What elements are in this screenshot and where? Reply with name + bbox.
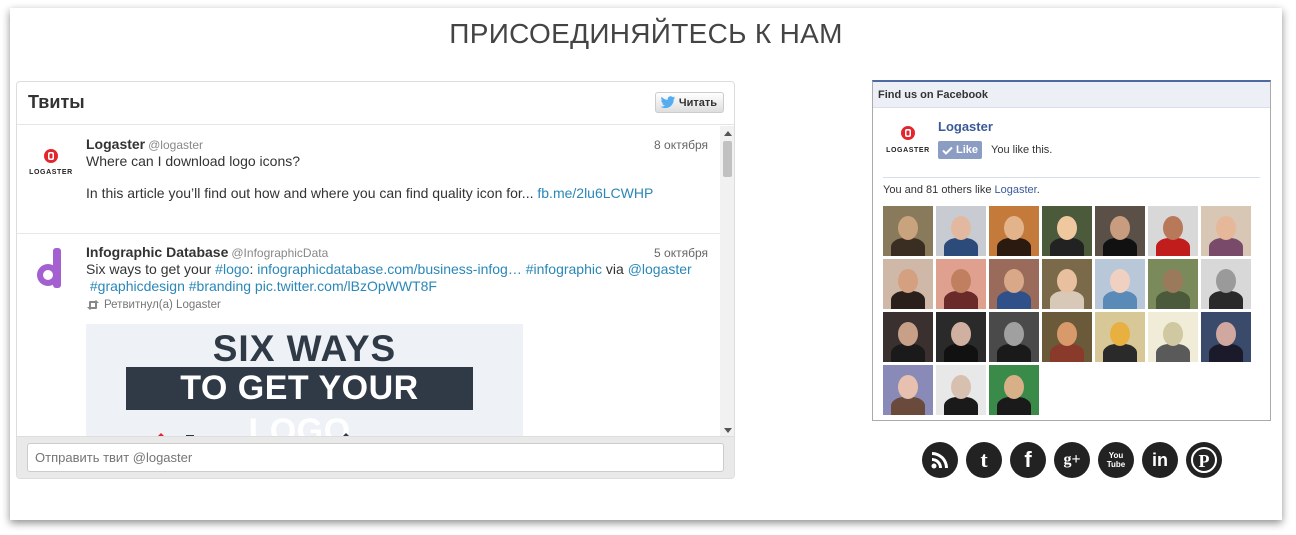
media-title-line1: SIX WAYS	[212, 328, 397, 369]
fan-avatar[interactable]	[989, 259, 1039, 309]
hashtag-link[interactable]: #branding	[189, 278, 251, 294]
tweet-text: Six ways to get your	[86, 261, 216, 277]
tweet-link[interactable]: fb.me/2lu6LCWHP	[537, 185, 653, 201]
tweet-stream[interactable]: LOGASTER Logaster @logaster 8 октября Whe…	[17, 126, 720, 438]
fan-avatar[interactable]	[883, 365, 933, 415]
infographic-avatar[interactable]	[27, 244, 75, 292]
fan-avatar[interactable]	[883, 259, 933, 309]
pinterest-icon[interactable]: P	[1186, 442, 1222, 478]
facebook-like-button[interactable]: Like	[938, 141, 983, 159]
page-frame: ПРИСОЕДИНЯЙТЕСЬ К НАМ Твиты Читать LOGAS…	[10, 8, 1282, 520]
fan-avatar[interactable]	[1201, 206, 1251, 256]
media-title-line2: TO GET YOUR LOGO	[126, 367, 473, 438]
social-links: t f g+ You Tube in P	[922, 442, 1222, 478]
facebook-page-logo[interactable]: LOGASTER	[883, 120, 933, 160]
fan-avatar[interactable]	[1042, 259, 1092, 309]
tweet-link[interactable]: infographicdatabase.com/business-infog…	[257, 261, 522, 277]
facebook-header: Find us on Facebook	[873, 82, 1270, 108]
hashtag-link[interactable]: #logo	[215, 261, 249, 277]
tweet-author-handle[interactable]: @InfographicData	[231, 246, 328, 260]
fan-avatar[interactable]	[989, 312, 1039, 362]
tweet-date[interactable]: 8 октября	[654, 138, 708, 152]
twitter-header: Твиты Читать	[17, 82, 734, 125]
tweet-scrollbar[interactable]	[720, 126, 734, 438]
likes-page-link[interactable]: Logaster	[995, 184, 1037, 196]
fan-avatar[interactable]	[883, 206, 933, 256]
svg-text:P: P	[1199, 451, 1210, 471]
scroll-down-arrow[interactable]	[724, 428, 732, 433]
tweet-author-handle[interactable]: @logaster	[148, 138, 203, 152]
facebook-icon[interactable]: f	[1010, 442, 1046, 478]
fan-avatar[interactable]	[1095, 259, 1145, 309]
hashtag-link[interactable]: #infographic	[526, 261, 602, 277]
fan-avatar[interactable]	[1201, 259, 1251, 309]
tweet-compose-bar	[17, 436, 734, 478]
retweet-indicator: Ретвитнул(а) Logaster	[86, 299, 708, 311]
tweet-link[interactable]: pic.twitter.com/lBzOpWWT8F	[255, 278, 437, 294]
google-plus-icon[interactable]: g+	[1054, 442, 1090, 478]
tweet-media-image[interactable]: SIX WAYS TO GET YOUR LOGO	[86, 324, 523, 438]
twitter-bird-icon	[660, 96, 675, 109]
scroll-thumb[interactable]	[723, 141, 732, 177]
twitter-title: Твиты	[28, 92, 85, 112]
fan-avatar[interactable]	[1042, 312, 1092, 362]
fan-avatar[interactable]	[883, 312, 933, 362]
fan-avatar[interactable]	[936, 365, 986, 415]
twitter-icon[interactable]: t	[966, 442, 1002, 478]
fan-avatar[interactable]	[1095, 312, 1145, 362]
you-like-text: You like this.	[991, 144, 1053, 156]
youtube-icon[interactable]: You Tube	[1098, 442, 1134, 478]
scroll-up-arrow[interactable]	[724, 131, 732, 136]
retweet-label: Ретвитнул(а) Logaster	[104, 299, 221, 311]
tweet: LOGASTER Logaster @logaster 8 октября Whe…	[17, 126, 720, 234]
tweet-author-name[interactable]: Logaster	[86, 136, 145, 152]
likes-count-suffix: .	[1036, 184, 1040, 196]
retweet-icon	[87, 300, 99, 310]
tweet: Infographic Database @InfographicData 5 о…	[17, 234, 720, 438]
tweet-text: via	[602, 261, 628, 277]
fan-avatar[interactable]	[989, 206, 1039, 256]
check-icon	[942, 146, 953, 155]
facebook-widget: Find us on Facebook LOGASTER Logaster Li…	[872, 80, 1271, 421]
fan-avatar[interactable]	[1148, 312, 1198, 362]
tweet-text-cont: In this article you’ll find out how and …	[86, 185, 538, 201]
fan-avatar[interactable]	[936, 259, 986, 309]
fan-avatar[interactable]	[989, 365, 1039, 415]
page-title: ПРИСОЕДИНЯЙТЕСЬ К НАМ	[449, 18, 843, 49]
tweet-author-name[interactable]: Infographic Database	[86, 244, 228, 260]
fan-avatar[interactable]	[1042, 206, 1092, 256]
fan-avatar[interactable]	[1148, 206, 1198, 256]
rss-icon[interactable]	[922, 442, 958, 478]
avatar-logo-text: LOGASTER	[29, 169, 73, 176]
tweet-date[interactable]: 5 октября	[654, 246, 708, 260]
facebook-page-name[interactable]: Logaster	[938, 119, 993, 134]
twitter-widget: Твиты Читать LOGASTER Logaster @logaster…	[16, 81, 735, 479]
likes-count-prefix: You and 81 others like	[883, 184, 995, 196]
follow-button[interactable]: Читать	[654, 92, 724, 113]
like-label: Like	[956, 144, 979, 156]
hashtag-link[interactable]: #graphicdesign	[90, 278, 185, 294]
mention-link[interactable]: @logaster	[628, 261, 692, 277]
likes-count-text: You and 81 others like Logaster.	[883, 184, 1260, 196]
fb-logo-text: LOGASTER	[886, 147, 930, 154]
fan-avatar[interactable]	[936, 206, 986, 256]
logaster-avatar[interactable]: LOGASTER	[27, 136, 75, 184]
follow-label: Читать	[678, 96, 717, 109]
facebook-page-info: LOGASTER Logaster Like You like this.	[883, 108, 1260, 178]
fan-avatar[interactable]	[1148, 259, 1198, 309]
fan-avatar[interactable]	[1095, 206, 1145, 256]
fan-avatar[interactable]	[936, 312, 986, 362]
fan-avatar[interactable]	[1201, 312, 1251, 362]
linkedin-icon[interactable]: in	[1142, 442, 1178, 478]
tweet-compose-input[interactable]	[27, 443, 724, 472]
tweet-text: Where can I download logo icons?	[86, 153, 301, 169]
